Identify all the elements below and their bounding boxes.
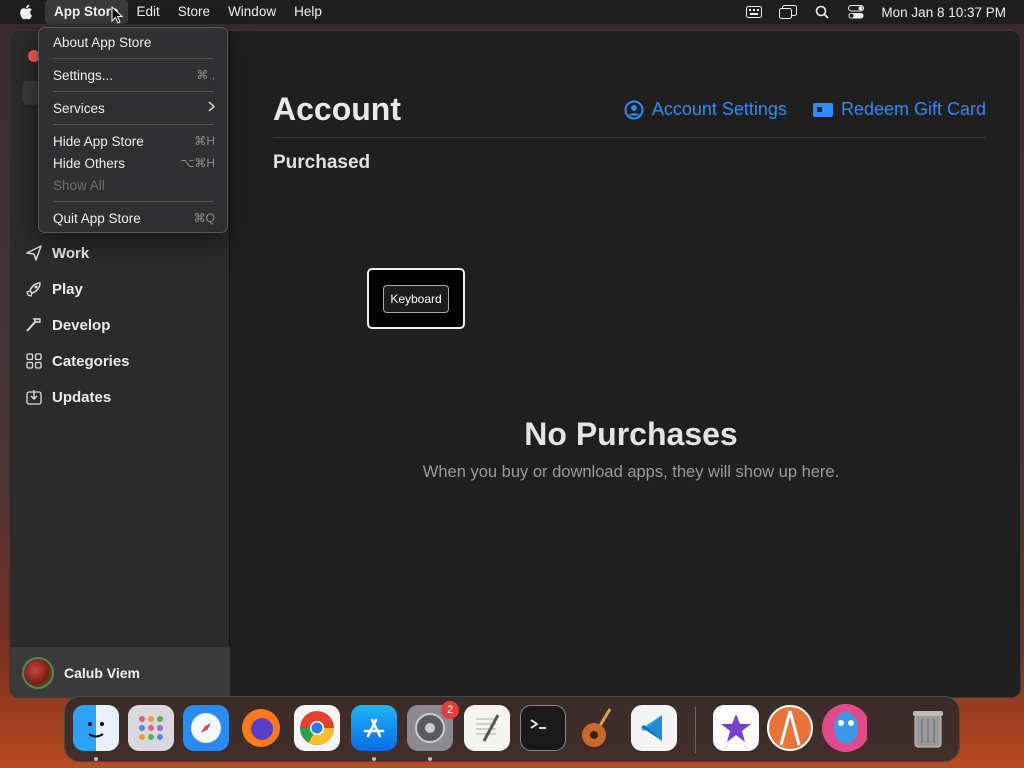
app-store-menu: About App Store Settings... ⌘ , Services… bbox=[38, 27, 228, 233]
sidebar-item-label: Updates bbox=[52, 388, 112, 406]
menu-separator bbox=[53, 201, 213, 202]
menu-bar: App Store Edit Store Window Help Mon Jan… bbox=[0, 0, 1024, 24]
sidebar-item-label: Categories bbox=[52, 352, 130, 370]
menu-shortcut: ⌘H bbox=[194, 134, 215, 148]
menubar-clock[interactable]: Mon Jan 8 10:37 PM bbox=[873, 5, 1024, 20]
avatar bbox=[22, 657, 54, 689]
instruments-icon[interactable] bbox=[767, 705, 813, 751]
menu-separator bbox=[53, 91, 213, 92]
grid-icon bbox=[24, 351, 44, 371]
apple-menu-icon[interactable] bbox=[17, 4, 35, 20]
sidebar-item-label: Work bbox=[52, 244, 90, 262]
menu-item-label: About App Store bbox=[53, 34, 152, 50]
rocket-icon bbox=[24, 279, 44, 299]
gift-card-icon bbox=[812, 100, 833, 120]
menu-item-label: Show All bbox=[53, 177, 105, 193]
dock-divider bbox=[695, 707, 696, 753]
account-settings-link[interactable]: Account Settings bbox=[624, 99, 787, 120]
account-settings-label: Account Settings bbox=[651, 99, 787, 119]
menu-edit[interactable]: Edit bbox=[128, 0, 169, 24]
keyboard-viewer-icon[interactable] bbox=[737, 0, 771, 24]
person-circle-icon bbox=[624, 100, 644, 120]
cyberduck-icon[interactable] bbox=[821, 704, 867, 752]
menu-item-show-all: Show All bbox=[39, 174, 229, 196]
sidebar-item-play[interactable]: Play bbox=[10, 273, 230, 305]
menu-item-settings[interactable]: Settings... ⌘ , bbox=[39, 64, 229, 86]
spotlight-search-icon[interactable] bbox=[805, 0, 839, 24]
garageband-icon[interactable] bbox=[575, 705, 621, 751]
firefox-icon[interactable] bbox=[238, 705, 284, 751]
menu-item-about[interactable]: About App Store bbox=[39, 31, 229, 53]
menu-separator bbox=[53, 58, 213, 59]
sidebar-item-label: Develop bbox=[52, 316, 111, 334]
menu-separator bbox=[53, 124, 213, 125]
dock: 2 bbox=[64, 696, 960, 762]
control-center-icon[interactable] bbox=[839, 0, 873, 24]
finder-icon[interactable] bbox=[73, 705, 119, 751]
safari-icon[interactable] bbox=[183, 705, 229, 751]
sidebar-item-develop[interactable]: Develop bbox=[10, 309, 230, 341]
sidebar-item-categories[interactable]: Categories bbox=[10, 345, 230, 377]
menu-item-label: Services bbox=[53, 100, 105, 116]
menu-item-hide[interactable]: Hide App Store ⌘H bbox=[39, 130, 229, 152]
menu-item-hide-others[interactable]: Hide Others ⌥⌘H bbox=[39, 152, 229, 174]
account-button[interactable]: Calub Viem bbox=[10, 647, 230, 697]
menu-store[interactable]: Store bbox=[169, 0, 219, 24]
menu-item-label: Hide Others bbox=[53, 155, 126, 171]
running-indicator bbox=[372, 757, 376, 761]
redeem-gift-card-label: Redeem Gift Card bbox=[840, 99, 986, 119]
imovie-icon[interactable] bbox=[713, 705, 759, 751]
launchpad-icon[interactable] bbox=[128, 705, 174, 751]
menu-window[interactable]: Window bbox=[219, 0, 285, 24]
user-name: Calub Viem bbox=[64, 665, 140, 681]
chrome-icon[interactable] bbox=[294, 705, 340, 751]
sidebar-item-label: Play bbox=[52, 280, 83, 298]
terminal-icon[interactable] bbox=[520, 705, 566, 751]
keyboard-overlay: Keyboard bbox=[367, 268, 465, 329]
empty-state-subtitle: When you buy or download apps, they will… bbox=[422, 463, 840, 481]
menu-shortcut: ⌘Q bbox=[193, 211, 215, 225]
keyboard-button[interactable]: Keyboard bbox=[383, 284, 449, 313]
app-store-icon[interactable] bbox=[351, 705, 397, 751]
sidebar-item-work[interactable]: Work bbox=[10, 237, 230, 269]
paperplane-icon bbox=[24, 243, 44, 263]
menu-shortcut: ⌘ , bbox=[196, 68, 215, 82]
menu-item-services[interactable]: Services bbox=[39, 97, 229, 119]
system-settings-icon[interactable]: 2 bbox=[407, 701, 459, 751]
notification-badge: 2 bbox=[441, 701, 459, 719]
main-content: Account Account Settings Redeem Gift Car… bbox=[231, 31, 1020, 697]
menu-item-label: Settings... bbox=[53, 67, 114, 83]
menu-help[interactable]: Help bbox=[285, 0, 331, 24]
menu-item-label: Hide App Store bbox=[53, 133, 144, 149]
download-icon bbox=[24, 387, 44, 407]
menu-shortcut: ⌥⌘H bbox=[180, 156, 216, 170]
vscode-icon[interactable] bbox=[631, 705, 677, 751]
running-indicator bbox=[428, 757, 432, 761]
section-title: Purchased bbox=[273, 152, 371, 173]
page-title: Account bbox=[273, 91, 401, 127]
mouse-cursor-icon bbox=[111, 5, 124, 27]
sidebar-item-updates[interactable]: Updates bbox=[10, 381, 230, 413]
textedit-icon[interactable] bbox=[464, 705, 510, 751]
hammer-icon bbox=[24, 315, 44, 335]
header-divider bbox=[273, 137, 986, 138]
menu-item-quit[interactable]: Quit App Store ⌘Q bbox=[39, 207, 229, 229]
menu-item-label: Quit App Store bbox=[53, 210, 141, 226]
trash-icon[interactable] bbox=[905, 705, 951, 751]
chevron-right-icon bbox=[208, 101, 216, 115]
empty-state-title: No Purchases bbox=[524, 416, 738, 452]
redeem-gift-card-link[interactable]: Redeem Gift Card bbox=[812, 99, 986, 120]
running-indicator bbox=[94, 757, 98, 761]
screen-mirroring-icon[interactable] bbox=[771, 0, 805, 24]
